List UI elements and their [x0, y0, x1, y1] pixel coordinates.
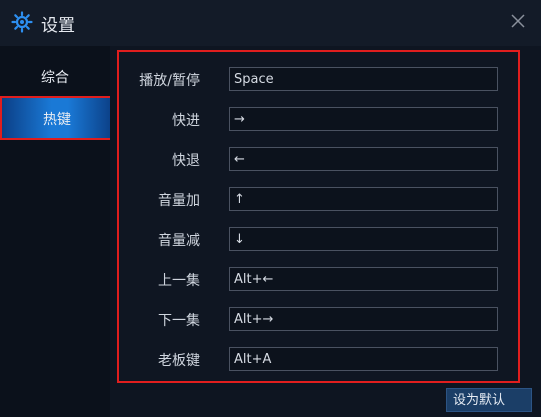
hotkey-label: 下一集 — [158, 313, 200, 329]
sidebar-item-hotkeys[interactable]: 热键 — [0, 96, 114, 140]
hotkey-label: 音量减 — [158, 233, 200, 249]
hotkey-row-rewind: 快退 — [119, 147, 518, 173]
hotkey-panel: 播放/暂停 快进 快退 音量加 音量减 上一集 下一集 老板键 — [117, 50, 520, 383]
hotkey-label: 老板键 — [158, 353, 200, 369]
hotkey-row-previous-episode: 上一集 — [119, 267, 518, 293]
hotkey-input-volume-down[interactable] — [229, 227, 498, 251]
hotkey-input-play-pause[interactable] — [229, 67, 498, 91]
window-title: 设置 — [41, 16, 75, 36]
set-default-button[interactable]: 设为默认 — [446, 388, 532, 412]
hotkey-row-volume-up: 音量加 — [119, 187, 518, 213]
title-bar: 设置 — [0, 0, 541, 46]
hotkey-input-volume-up[interactable] — [229, 187, 498, 211]
hotkey-row-volume-down: 音量减 — [119, 227, 518, 253]
settings-gear-icon — [11, 11, 33, 33]
sidebar: 综合 热键 — [0, 46, 114, 417]
hotkey-input-forward[interactable] — [229, 107, 498, 131]
hotkey-input-next-episode[interactable] — [229, 307, 498, 331]
close-icon[interactable] — [509, 12, 527, 30]
hotkey-row-play-pause: 播放/暂停 — [119, 67, 518, 93]
hotkey-label: 快退 — [172, 153, 200, 169]
hotkey-label: 快进 — [172, 113, 200, 129]
hotkey-input-rewind[interactable] — [229, 147, 498, 171]
sidebar-item-general[interactable]: 综合 — [0, 60, 110, 96]
hotkey-row-next-episode: 下一集 — [119, 307, 518, 333]
hotkey-input-previous-episode[interactable] — [229, 267, 498, 291]
hotkey-label: 播放/暂停 — [139, 73, 200, 89]
hotkey-label: 上一集 — [158, 273, 200, 289]
bottom-bar: 设为默认 — [110, 383, 541, 417]
hotkey-input-boss-key[interactable] — [229, 347, 498, 371]
hotkey-label: 音量加 — [158, 193, 200, 209]
hotkey-row-forward: 快进 — [119, 107, 518, 133]
hotkey-row-boss-key: 老板键 — [119, 347, 518, 373]
